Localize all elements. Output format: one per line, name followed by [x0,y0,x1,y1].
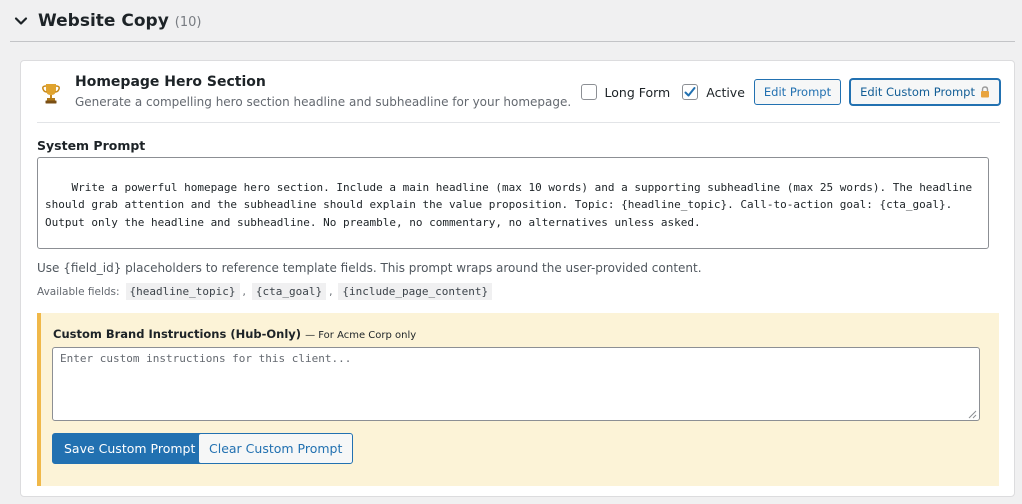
trophy-icon [41,82,61,104]
system-prompt-label: System Prompt [37,138,146,153]
system-prompt-text: Write a powerful homepage hero section. … [45,180,973,229]
edit-custom-prompt-button[interactable]: Edit Custom Prompt [850,79,1000,105]
long-form-checkbox[interactable] [580,84,597,100]
chevron-down-icon[interactable] [13,13,29,29]
item-title: Homepage Hero Section [75,74,266,90]
long-form-label[interactable]: Long Form [605,85,671,100]
custom-brand-panel: Custom Brand Instructions (Hub-Only) — F… [37,313,999,486]
clear-custom-prompt-button[interactable]: Clear Custom Prompt [198,433,354,464]
active-checkbox[interactable] [682,84,699,100]
edit-prompt-button[interactable]: Edit Prompt [753,79,842,105]
brand-instructions-textarea[interactable]: Enter custom instructions for this clien… [52,347,980,421]
active-label[interactable]: Active [706,85,745,100]
field-tag: {headline_topic} [125,283,240,300]
item-description: Generate a compelling hero section headl… [75,95,572,109]
edit-custom-prompt-label: Edit Custom Prompt [860,85,975,99]
brand-instructions-client-note: — For Acme Corp only [305,330,417,341]
available-fields: Available fields: {headline_topic}, {cta… [37,283,493,300]
field-tag: {cta_goal} [251,283,327,300]
system-prompt-textarea[interactable]: Write a powerful homepage hero section. … [37,157,989,249]
lock-icon [980,86,990,98]
prompt-card: Homepage Hero Section Generate a compell… [20,60,1015,497]
save-custom-prompt-button[interactable]: Save Custom Prompt [52,433,208,464]
brand-instructions-title: Custom Brand Instructions (Hub-Only) — F… [53,327,416,341]
card-header: Homepage Hero Section Generate a compell… [37,61,1000,123]
brand-instructions-heading: Custom Brand Instructions (Hub-Only) [53,327,302,341]
section-count: (10) [174,14,202,30]
available-fields-label: Available fields: [37,285,120,298]
brand-instructions-placeholder: Enter custom instructions for this clien… [60,352,352,365]
item-controls: Long Form Active Edit Prompt Edit Custom… [580,79,1000,105]
resize-handle-icon[interactable] [977,237,986,246]
placeholder-help-text: Use {field_id} placeholders to reference… [37,261,702,275]
section-title: Website Copy [38,10,169,31]
field-tag: {include_page_content} [338,283,493,300]
section-header[interactable]: Website Copy (10) [10,0,1015,42]
resize-handle-icon[interactable] [968,409,977,419]
